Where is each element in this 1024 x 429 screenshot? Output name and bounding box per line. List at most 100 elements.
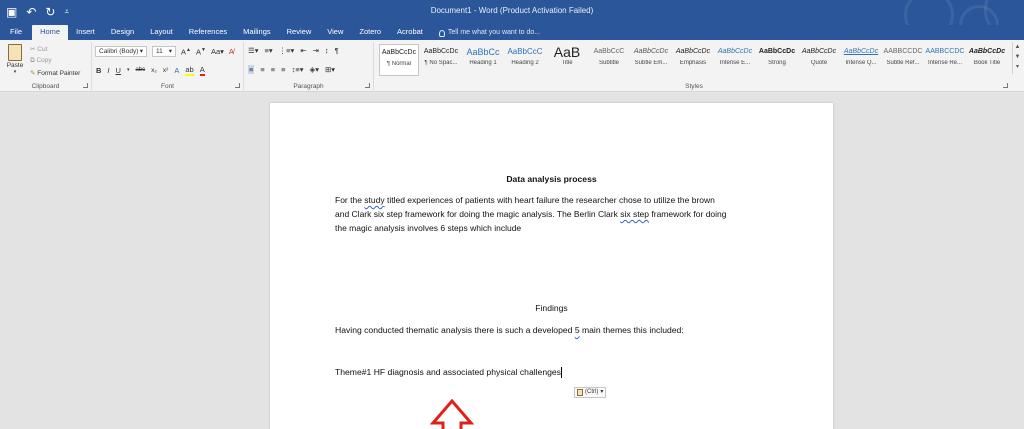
- change-case-icon[interactable]: Aa▾: [211, 47, 224, 56]
- underline-icon[interactable]: U: [116, 66, 121, 75]
- numbering-icon[interactable]: ≡▾: [265, 46, 273, 55]
- ribbon-tabs: File Home Insert Design Layout Reference…: [0, 25, 1024, 40]
- increase-indent-icon[interactable]: ⇥: [313, 46, 319, 55]
- scissors-icon: ✂: [30, 46, 36, 53]
- chevron-down-icon: ▾: [13, 69, 17, 75]
- style-preview: AaBbCcC: [593, 48, 625, 55]
- align-left-icon[interactable]: ≡: [248, 65, 255, 74]
- style-book-title[interactable]: AaBbCcDc Book Title: [967, 44, 1007, 76]
- font-launcher-icon[interactable]: [235, 83, 240, 88]
- tab-insert[interactable]: Insert: [68, 25, 103, 40]
- style-normal[interactable]: AaBbCcDc ¶ Normal: [379, 44, 419, 76]
- shrink-font-icon[interactable]: A▼: [196, 46, 206, 57]
- clipboard-launcher-icon[interactable]: [83, 83, 88, 88]
- format-painter-button[interactable]: ✎ Format Painter: [30, 69, 80, 77]
- tab-acrobat[interactable]: Acrobat: [389, 25, 431, 40]
- style-name: Title: [561, 60, 573, 66]
- justify-icon[interactable]: ≡: [281, 65, 285, 74]
- tell-me-search[interactable]: Tell me what you want to do...: [431, 26, 540, 40]
- tab-file[interactable]: File: [6, 25, 32, 40]
- findings-heading: Findings: [535, 303, 568, 313]
- borders-icon[interactable]: ⊞▾: [325, 65, 335, 74]
- italic-icon[interactable]: I: [107, 66, 109, 75]
- style-strong[interactable]: AaBbCcDc Strong: [757, 44, 797, 76]
- tab-review[interactable]: Review: [279, 25, 320, 40]
- style-preview: AABBCCDC: [925, 48, 965, 55]
- style-subtitle[interactable]: AaBbCcC Subtitle: [589, 44, 629, 76]
- tab-references[interactable]: References: [181, 25, 235, 40]
- copy-button[interactable]: ⧉ Copy: [30, 57, 52, 65]
- strikethrough-icon[interactable]: abc: [135, 66, 145, 75]
- show-marks-icon[interactable]: ¶: [335, 46, 339, 55]
- ribbon: Paste ▾ ✂ Cut ⧉ Copy ✎ Format Painter Cl…: [0, 40, 1024, 92]
- tab-zotero[interactable]: Zotero: [351, 25, 389, 40]
- styles-launcher-icon[interactable]: [1003, 83, 1008, 88]
- style-quote[interactable]: AaBbCcDc Quote: [799, 44, 839, 76]
- style-subtle-emphasis[interactable]: AaBbCcDc Subtle Em...: [631, 44, 671, 76]
- line-spacing-icon[interactable]: ↕≡▾: [292, 65, 304, 74]
- tab-home[interactable]: Home: [32, 25, 69, 40]
- style-intense-emphasis[interactable]: AaBbCcDc Intense E...: [715, 44, 755, 76]
- underline-dropdown-icon[interactable]: ▾: [127, 66, 130, 75]
- paragraph-1: For the study titled experiences of pati…: [335, 193, 785, 235]
- font-color-icon[interactable]: A: [199, 65, 205, 76]
- text-run: framework for doing: [649, 209, 727, 219]
- multilevel-list-icon[interactable]: ⋮≡▾: [279, 46, 295, 55]
- paste-options-button[interactable]: (Ctrl) ▾: [574, 387, 607, 398]
- style-preview: AaBbCcC: [507, 47, 543, 56]
- decrease-indent-icon[interactable]: ⇤: [300, 46, 306, 55]
- shading-icon[interactable]: ◈▾: [309, 65, 319, 74]
- style-name: Quote: [810, 60, 828, 66]
- style-preview: AABBCCDC: [883, 48, 923, 55]
- style-heading-2[interactable]: AaBbCcC Heading 2: [505, 44, 545, 76]
- styles-scroll[interactable]: ▲ ▼ ▾: [1012, 42, 1022, 74]
- style-name: Heading 2: [511, 60, 539, 66]
- font-size-select[interactable]: 11 ▾: [152, 46, 176, 57]
- document-page[interactable]: Data analysis process For the study titl…: [270, 103, 833, 429]
- tab-view[interactable]: View: [319, 25, 351, 40]
- tab-mailings[interactable]: Mailings: [235, 25, 279, 40]
- text-run: Having conducted thematic analysis there…: [335, 325, 575, 335]
- style-intense-reference[interactable]: AABBCCDC Intense Re...: [925, 44, 965, 76]
- cut-button[interactable]: ✂ Cut: [30, 45, 47, 53]
- highlight-icon[interactable]: ab: [185, 65, 194, 76]
- style-heading-1[interactable]: AaBbCc Heading 1: [463, 44, 503, 76]
- style-title[interactable]: AaB Title: [547, 44, 587, 76]
- style-preview: AaBbCcDc: [758, 48, 796, 55]
- styles-gallery: AaBbCcDc ¶ Normal AaBbCcDc ¶ No Spac... Aa…: [377, 42, 1011, 90]
- style-no-spacing[interactable]: AaBbCcDc ¶ No Spac...: [421, 44, 461, 76]
- tab-design[interactable]: Design: [103, 25, 142, 40]
- paste-button[interactable]: Paste ▾: [4, 44, 26, 75]
- styles-group-label: Styles: [685, 83, 703, 90]
- text-effects-icon[interactable]: A: [174, 66, 179, 75]
- tab-layout[interactable]: Layout: [142, 25, 181, 40]
- style-intense-quote[interactable]: AaBbCcDc Intense Q...: [841, 44, 881, 76]
- text-run: titled experiences of patients with hear…: [384, 195, 715, 205]
- font-group-label: Font: [160, 83, 174, 90]
- red-arrow-annotation-icon: [430, 399, 474, 429]
- font-name-select[interactable]: Calibri (Body) ▾: [95, 46, 147, 57]
- style-name: Heading 1: [469, 60, 497, 66]
- paragraph-launcher-icon[interactable]: [365, 83, 370, 88]
- style-name: Intense Re...: [927, 60, 963, 66]
- word-window: ▣ ↶ ↻ ⩡ Document1 - Word (Product Activa…: [0, 0, 1024, 429]
- font-group: Calibri (Body) ▾ 11 ▾ A▲ A▼ Aa▾ A̸ B I U…: [92, 42, 244, 90]
- bold-icon[interactable]: B: [96, 66, 101, 75]
- style-subtle-reference[interactable]: AABBCCDC Subtle Ref...: [883, 44, 923, 76]
- text-run: the magic analysis involves 6 steps whic…: [335, 223, 522, 233]
- superscript-icon[interactable]: x²: [163, 66, 168, 75]
- align-center-icon[interactable]: ≡: [260, 65, 264, 74]
- subscript-icon[interactable]: x₂: [151, 66, 157, 75]
- copy-label: Copy: [36, 57, 52, 64]
- align-right-icon[interactable]: ≡: [271, 65, 275, 74]
- style-name: Subtle Em...: [634, 60, 668, 66]
- paragraph-2: Having conducted thematic analysis there…: [335, 323, 805, 337]
- chevron-down-icon: ▼: [1014, 54, 1021, 60]
- sort-icon[interactable]: ↕: [325, 46, 329, 55]
- clear-formatting-icon[interactable]: A̸: [229, 47, 234, 56]
- style-emphasis[interactable]: AaBbCcDc Emphasis: [673, 44, 713, 76]
- bullets-icon[interactable]: ☰▾: [248, 46, 259, 55]
- grow-font-icon[interactable]: A▲: [181, 46, 191, 57]
- paste-options-label: (Ctrl): [585, 389, 599, 395]
- style-name: Intense Q...: [845, 60, 877, 66]
